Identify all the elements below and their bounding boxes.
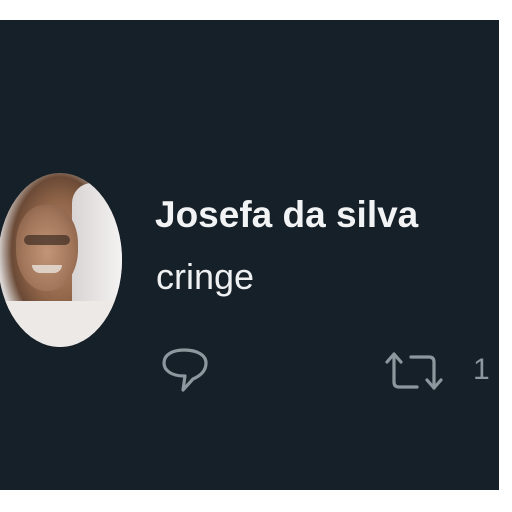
avatar-mouth bbox=[32, 265, 62, 273]
tweet-card: Josefa da silva cringe 1 bbox=[0, 20, 499, 490]
avatar-eyes bbox=[24, 235, 70, 245]
avatar-collar bbox=[0, 301, 122, 347]
retweet-icon bbox=[385, 352, 443, 390]
reply-button[interactable] bbox=[160, 346, 216, 396]
retweet-button[interactable]: 1 bbox=[383, 350, 493, 394]
retweet-count: 1 bbox=[473, 353, 490, 386]
reply-icon bbox=[162, 348, 208, 392]
author-name[interactable]: Josefa da silva bbox=[155, 194, 418, 236]
tweet-text: cringe bbox=[156, 256, 255, 297]
avatar[interactable] bbox=[0, 173, 122, 347]
avatar-face bbox=[16, 205, 78, 291]
